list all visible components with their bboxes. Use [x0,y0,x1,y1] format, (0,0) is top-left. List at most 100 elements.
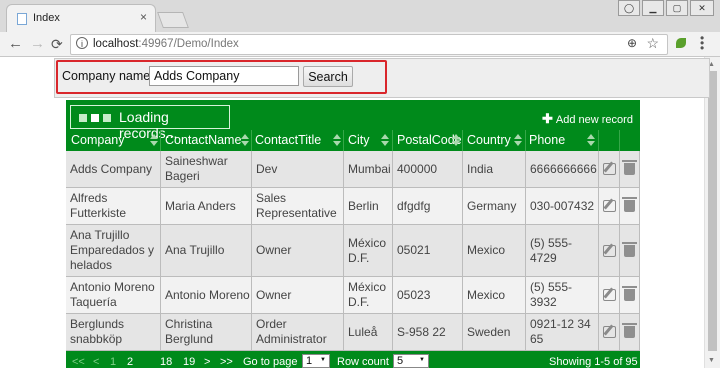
window-controls: ◯ ▁ ▢ ✕ [618,0,714,16]
table-row[interactable]: Berglunds snabbköp Christina Berglund Or… [66,314,640,351]
user-icon[interactable]: ◯ [618,0,640,16]
back-icon[interactable]: ← [8,35,23,52]
table-row[interactable]: Adds Company Saineshwar Bageri Dev Mumba… [66,151,640,188]
column-divider [343,130,344,152]
maximize-icon[interactable]: ▢ [666,0,688,16]
page-icon [17,13,27,25]
sort-icon[interactable] [587,133,595,147]
browser-tab[interactable]: Index × [6,4,156,33]
column-header-city[interactable]: City [348,131,370,151]
loading-dot-icon [91,114,99,122]
column-divider [525,130,526,152]
reload-icon[interactable]: ⟳ [51,36,63,53]
cell-company: Alfreds Futterkiste [66,188,161,225]
edit-icon [602,163,616,175]
cell-country: Mexico [463,277,526,314]
pager-bar: << < 1 2 18 19 > >> Go to page 1 Row cou… [66,352,640,368]
page-number[interactable]: 18 [160,356,172,368]
first-page-button[interactable]: << [72,356,85,368]
page-number[interactable]: 19 [183,356,195,368]
cell-phone: (5) 555-4729 [526,225,599,277]
trash-icon [622,197,637,212]
column-divider [619,130,620,152]
sort-icon[interactable] [381,133,389,147]
sort-icon[interactable] [514,133,522,147]
url-host: localhost [93,38,139,50]
sort-icon[interactable] [150,133,158,147]
edit-icon [602,326,616,338]
plus-icon: ✚ [542,111,553,126]
browser-toolbar: ← → ⟳ i localhost:49967/Demo/Index ⊕ ☆ •… [0,32,720,57]
info-icon[interactable]: i [76,37,88,49]
cell-postal-code: S-958 22 [393,314,463,351]
page-number[interactable]: 1 [110,356,116,368]
address-bar[interactable]: i localhost:49967/Demo/Index ⊕ ☆ [70,34,668,55]
page-number[interactable]: 2 [127,356,133,368]
new-tab-button[interactable] [157,12,189,28]
close-window-icon[interactable]: ✕ [690,0,714,16]
cell-country: India [463,151,526,188]
extension-icon[interactable] [676,38,686,48]
edit-button[interactable] [599,188,620,225]
cell-phone: 6666666666 [526,151,599,188]
search-button[interactable]: Search [303,66,353,87]
company-name-input[interactable] [149,66,299,86]
forward-icon[interactable]: → [30,35,45,52]
edit-button[interactable] [599,225,620,277]
edit-button[interactable] [599,277,620,314]
loading-dot-icon [103,114,111,122]
column-header-contact-name[interactable]: ContactName [165,131,241,151]
cell-country: Mexico [463,225,526,277]
last-page-button[interactable]: >> [220,356,233,368]
column-header-company[interactable]: Company [71,131,125,151]
row-count-label: Row count [337,356,389,368]
cell-postal-code: 05021 [393,225,463,277]
edit-button[interactable] [599,151,620,188]
column-header-contact-title[interactable]: ContactTitle [255,131,321,151]
next-page-button[interactable]: > [204,356,210,368]
scroll-down-icon[interactable]: ▼ [708,357,715,364]
cell-contact-title: Sales Representative [252,188,344,225]
sort-icon[interactable] [333,133,341,147]
delete-button[interactable] [620,314,640,351]
delete-button[interactable] [620,277,640,314]
column-header-phone[interactable]: Phone [529,131,565,151]
cell-contact-name: Saineshwar Bageri [161,151,252,188]
close-tab-icon[interactable]: × [140,10,147,24]
menu-icon[interactable]: • • • [700,32,704,54]
go-to-page-select[interactable]: 1 [302,354,330,368]
add-new-record-label: Add new record [555,114,633,126]
prev-page-button[interactable]: < [93,356,99,368]
minimize-icon[interactable]: ▁ [642,0,664,16]
delete-button[interactable] [620,151,640,188]
cell-postal-code: dfgdfg [393,188,463,225]
table-row[interactable]: Ana Trujillo Emparedados y helados Ana T… [66,225,640,277]
go-to-page-label: Go to page [243,356,298,368]
zoom-icon[interactable]: ⊕ [627,36,637,50]
row-count-select[interactable]: 5 [393,354,429,368]
delete-button[interactable] [620,225,640,277]
column-header-country[interactable]: Country [467,131,511,151]
cell-company: Ana Trujillo Emparedados y helados [66,225,161,277]
sort-icon[interactable] [241,133,249,147]
page-scrollbar[interactable]: ▲ ▼ [704,57,720,368]
edit-button[interactable] [599,314,620,351]
cell-city: México D.F. [344,225,393,277]
trash-icon [622,160,637,175]
loading-indicator: Loading records... [70,105,230,141]
cell-city: Luleå [344,314,393,351]
add-new-record-button[interactable]: ✚ Add new record [542,111,633,127]
cell-phone: (5) 555-3932 [526,277,599,314]
scrollbar-thumb[interactable] [708,71,717,351]
cell-contact-name: Antonio Moreno [161,277,252,314]
sort-icon[interactable] [452,133,460,147]
edit-icon [602,200,616,212]
table-row[interactable]: Alfreds Futterkiste Maria Anders Sales R… [66,188,640,225]
bookmark-star-icon[interactable]: ☆ [646,35,659,52]
table-row[interactable]: Antonio Moreno Taquería Antonio Moreno O… [66,277,640,314]
delete-button[interactable] [620,188,640,225]
cell-phone: 0921-12 34 65 [526,314,599,351]
edit-icon [602,244,616,257]
cell-phone: 030-007432 [526,188,599,225]
column-divider [598,130,599,152]
